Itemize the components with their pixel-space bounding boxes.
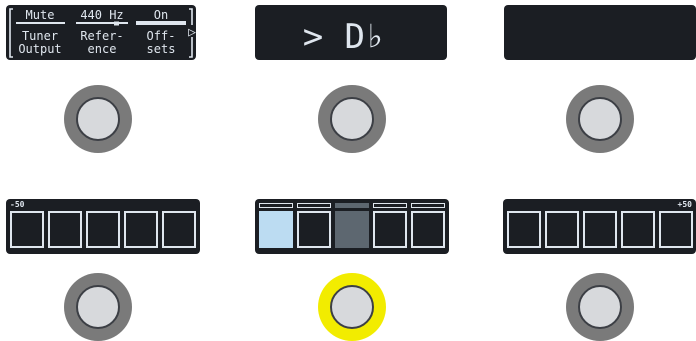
meter-cell bbox=[583, 211, 617, 248]
meter-bar-highlight bbox=[335, 203, 369, 208]
meter-cell bbox=[162, 211, 196, 248]
note-prefix-arrow: > bbox=[303, 17, 323, 57]
footswitch-cap bbox=[330, 285, 374, 329]
note-screen: > D♭ bbox=[255, 5, 447, 60]
meter-bar bbox=[411, 203, 445, 208]
meter-cell bbox=[659, 211, 693, 248]
meter-cell bbox=[411, 211, 445, 248]
footswitch-bottom-center-active[interactable] bbox=[318, 273, 386, 341]
next-page-arrow-icon[interactable]: ▷ bbox=[188, 25, 196, 40]
footswitch-cap bbox=[76, 285, 120, 329]
meter-cell bbox=[373, 211, 407, 248]
meter-bar bbox=[373, 203, 407, 208]
footswitch-cap bbox=[330, 97, 374, 141]
meter-cell bbox=[48, 211, 82, 248]
meter-cell bbox=[297, 211, 331, 248]
scale-label-minus: -50 bbox=[10, 200, 25, 209]
tuner-params-screen: Mute Tuner Output 440 Hz Refer- ence On … bbox=[6, 5, 196, 60]
reference-value[interactable]: 440 Hz bbox=[80, 8, 123, 22]
reference-label-line1: Refer- bbox=[80, 29, 123, 43]
tuner-output-value[interactable]: Mute bbox=[26, 8, 55, 22]
meter-cell bbox=[124, 211, 158, 248]
footswitch-top-right[interactable] bbox=[566, 85, 634, 153]
detected-note: D♭ bbox=[345, 17, 386, 57]
meter-cell-lit bbox=[259, 211, 293, 248]
footswitch-cap bbox=[578, 285, 622, 329]
tuner-meter-center bbox=[255, 199, 449, 254]
tuner-meter-flat: -50 bbox=[6, 199, 200, 254]
meter-cell bbox=[545, 211, 579, 248]
footswitch-top-left[interactable] bbox=[64, 85, 132, 153]
tuner-output-label-line1: Tuner bbox=[22, 29, 58, 43]
offsets-label-line1: Off- bbox=[147, 29, 176, 43]
reference-label-line2: ence bbox=[88, 42, 117, 56]
tuner-output-label-line2: Output bbox=[18, 42, 61, 56]
footswitch-bottom-left[interactable] bbox=[64, 273, 132, 341]
meter-cell bbox=[86, 211, 120, 248]
footswitch-cap bbox=[578, 97, 622, 141]
meter-bar bbox=[259, 203, 293, 208]
meter-bar bbox=[297, 203, 331, 208]
tuner-params-svg: Mute Tuner Output 440 Hz Refer- ence On … bbox=[9, 8, 196, 58]
tuner-meter-sharp: +50 bbox=[503, 199, 696, 254]
footswitch-cap bbox=[76, 97, 120, 141]
offsets-value[interactable]: On bbox=[154, 8, 168, 22]
note-svg: > D♭ bbox=[303, 17, 386, 57]
blank-screen bbox=[504, 5, 696, 60]
footswitch-bottom-right[interactable] bbox=[566, 273, 634, 341]
footswitch-top-center[interactable] bbox=[318, 85, 386, 153]
meter-cell bbox=[10, 211, 44, 248]
offsets-label-line2: sets bbox=[147, 42, 176, 56]
meter-cell bbox=[621, 211, 655, 248]
scale-label-plus: +50 bbox=[677, 200, 692, 209]
meter-cell bbox=[507, 211, 541, 248]
meter-cell-highlight bbox=[335, 211, 369, 248]
